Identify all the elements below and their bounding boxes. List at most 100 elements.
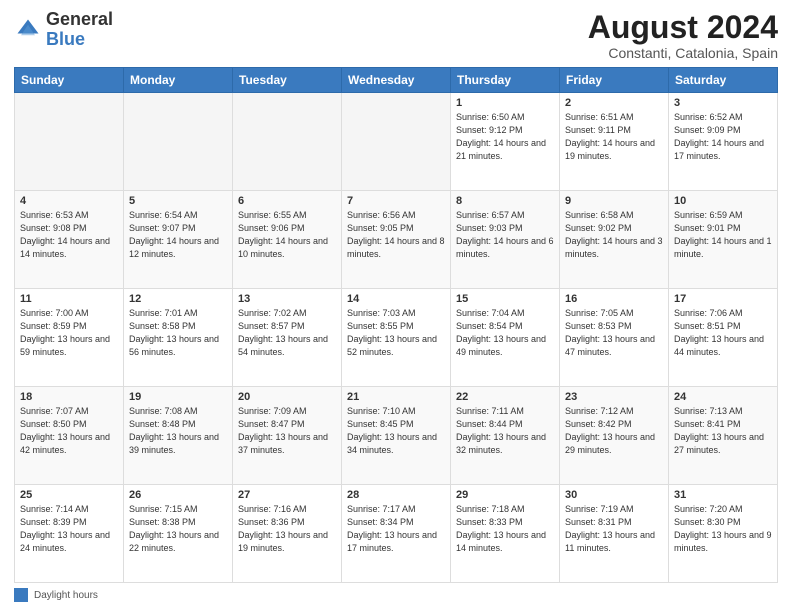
calendar-cell: 21Sunrise: 7:10 AM Sunset: 8:45 PM Dayli… [342, 387, 451, 485]
calendar-subtitle: Constanti, Catalonia, Spain [588, 45, 778, 61]
day-number: 26 [129, 489, 227, 501]
day-number: 8 [456, 195, 554, 207]
day-number: 3 [674, 97, 772, 109]
legend-box [14, 588, 28, 602]
day-number: 9 [565, 195, 663, 207]
day-number: 15 [456, 293, 554, 305]
calendar-cell: 30 Sunrise: 7:19 AM Sunset: 8:31 PM Dayli… [560, 485, 669, 583]
calendar-cell [15, 93, 124, 191]
calendar-header-row: SundayMondayTuesdayWednesdayThursdayFrid… [15, 68, 778, 93]
day-info: Sunrise: 6:53 AM Sunset: 9:08 PM Dayligh… [20, 209, 118, 261]
day-info: Sunrise: 7:20 AM Sunset: 8:30 PM Dayligh… [674, 503, 772, 555]
calendar-cell: 12Sunrise: 7:01 AM Sunset: 8:58 PM Dayli… [124, 289, 233, 387]
calendar-table: SundayMondayTuesdayWednesdayThursdayFrid… [14, 67, 778, 583]
calendar-cell: 10 Sunrise: 6:59 AM Sunset: 9:01 PM Dayli… [669, 191, 778, 289]
calendar-header-saturday: Saturday [669, 68, 778, 93]
calendar-header-monday: Monday [124, 68, 233, 93]
header: General Blue August 2024 Constanti, Cata… [14, 10, 778, 61]
day-number: 13 [238, 293, 336, 305]
day-number: 18 [20, 391, 118, 403]
calendar-cell: 8 Sunrise: 6:57 AM Sunset: 9:03 PM Daylig… [451, 191, 560, 289]
day-info: Sunrise: 7:14 AM Sunset: 8:39 PM Dayligh… [20, 503, 118, 555]
day-number: 20 [238, 391, 336, 403]
day-info: Sunrise: 7:12 AM Sunset: 8:42 PM Dayligh… [565, 405, 663, 457]
day-info: Sunrise: 7:08 AM Sunset: 8:48 PM Dayligh… [129, 405, 227, 457]
calendar-cell [124, 93, 233, 191]
calendar-cell: 4 Sunrise: 6:53 AM Sunset: 9:08 PM Daylig… [15, 191, 124, 289]
day-number: 4 [20, 195, 118, 207]
day-info: Sunrise: 7:03 AM Sunset: 8:55 PM Dayligh… [347, 307, 445, 359]
calendar-cell: 14 Sunrise: 7:03 AM Sunset: 8:55 PM Dayli… [342, 289, 451, 387]
calendar-cell: 13Sunrise: 7:02 AM Sunset: 8:57 PM Dayli… [233, 289, 342, 387]
day-info: Sunrise: 7:10 AM Sunset: 8:45 PM Dayligh… [347, 405, 445, 457]
day-number: 10 [674, 195, 772, 207]
page: General Blue August 2024 Constanti, Cata… [0, 0, 792, 612]
logo-icon [14, 16, 42, 44]
day-number: 14 [347, 293, 445, 305]
calendar-cell: 5Sunrise: 6:54 AM Sunset: 9:07 PM Daylig… [124, 191, 233, 289]
day-info: Sunrise: 6:58 AM Sunset: 9:02 PM Dayligh… [565, 209, 663, 261]
day-number: 2 [565, 97, 663, 109]
day-number: 19 [129, 391, 227, 403]
calendar-cell: 31 Sunrise: 7:20 AM Sunset: 8:30 PM Dayli… [669, 485, 778, 583]
calendar-cell: 6Sunrise: 6:55 AM Sunset: 9:06 PM Daylig… [233, 191, 342, 289]
calendar-week-row: 1 Sunrise: 6:50 AM Sunset: 9:12 PM Daylig… [15, 93, 778, 191]
day-info: Sunrise: 7:11 AM Sunset: 8:44 PM Dayligh… [456, 405, 554, 457]
day-info: Sunrise: 7:05 AM Sunset: 8:53 PM Dayligh… [565, 307, 663, 359]
calendar-cell: 11Sunrise: 7:00 AM Sunset: 8:59 PM Dayli… [15, 289, 124, 387]
day-number: 30 [565, 489, 663, 501]
calendar-week-row: 18 Sunrise: 7:07 AM Sunset: 8:50 PM Dayli… [15, 387, 778, 485]
day-info: Sunrise: 7:04 AM Sunset: 8:54 PM Dayligh… [456, 307, 554, 359]
calendar-cell: 2 Sunrise: 6:51 AM Sunset: 9:11 PM Daylig… [560, 93, 669, 191]
logo-general-text: General [46, 9, 113, 29]
day-info: Sunrise: 6:51 AM Sunset: 9:11 PM Dayligh… [565, 111, 663, 163]
calendar-title: August 2024 [588, 10, 778, 45]
calendar-cell: 3Sunrise: 6:52 AM Sunset: 9:09 PM Daylig… [669, 93, 778, 191]
day-number: 25 [20, 489, 118, 501]
calendar-week-row: 4 Sunrise: 6:53 AM Sunset: 9:08 PM Daylig… [15, 191, 778, 289]
day-number: 29 [456, 489, 554, 501]
day-info: Sunrise: 6:59 AM Sunset: 9:01 PM Dayligh… [674, 209, 772, 261]
day-number: 12 [129, 293, 227, 305]
day-info: Sunrise: 6:56 AM Sunset: 9:05 PM Dayligh… [347, 209, 445, 261]
calendar-cell [233, 93, 342, 191]
day-info: Sunrise: 7:18 AM Sunset: 8:33 PM Dayligh… [456, 503, 554, 555]
day-info: Sunrise: 7:13 AM Sunset: 8:41 PM Dayligh… [674, 405, 772, 457]
calendar-header-sunday: Sunday [15, 68, 124, 93]
day-number: 31 [674, 489, 772, 501]
day-info: Sunrise: 7:17 AM Sunset: 8:34 PM Dayligh… [347, 503, 445, 555]
logo-blue-text: Blue [46, 29, 85, 49]
day-number: 7 [347, 195, 445, 207]
day-info: Sunrise: 7:07 AM Sunset: 8:50 PM Dayligh… [20, 405, 118, 457]
calendar-cell: 17 Sunrise: 7:06 AM Sunset: 8:51 PM Dayli… [669, 289, 778, 387]
day-info: Sunrise: 7:09 AM Sunset: 8:47 PM Dayligh… [238, 405, 336, 457]
legend-label: Daylight hours [34, 590, 98, 601]
day-info: Sunrise: 6:57 AM Sunset: 9:03 PM Dayligh… [456, 209, 554, 261]
day-number: 17 [674, 293, 772, 305]
day-info: Sunrise: 7:16 AM Sunset: 8:36 PM Dayligh… [238, 503, 336, 555]
day-info: Sunrise: 6:50 AM Sunset: 9:12 PM Dayligh… [456, 111, 554, 163]
calendar-header-friday: Friday [560, 68, 669, 93]
day-info: Sunrise: 7:19 AM Sunset: 8:31 PM Dayligh… [565, 503, 663, 555]
calendar-cell: 25 Sunrise: 7:14 AM Sunset: 8:39 PM Dayli… [15, 485, 124, 583]
day-number: 23 [565, 391, 663, 403]
calendar-cell: 27 Sunrise: 7:16 AM Sunset: 8:36 PM Dayli… [233, 485, 342, 583]
day-info: Sunrise: 7:15 AM Sunset: 8:38 PM Dayligh… [129, 503, 227, 555]
day-info: Sunrise: 6:55 AM Sunset: 9:06 PM Dayligh… [238, 209, 336, 261]
calendar-cell: 18 Sunrise: 7:07 AM Sunset: 8:50 PM Dayli… [15, 387, 124, 485]
day-number: 27 [238, 489, 336, 501]
calendar-cell: 29 Sunrise: 7:18 AM Sunset: 8:33 PM Dayli… [451, 485, 560, 583]
day-number: 5 [129, 195, 227, 207]
calendar-cell: 19 Sunrise: 7:08 AM Sunset: 8:48 PM Dayli… [124, 387, 233, 485]
calendar-cell: 24 Sunrise: 7:13 AM Sunset: 8:41 PM Dayli… [669, 387, 778, 485]
calendar-cell: 20 Sunrise: 7:09 AM Sunset: 8:47 PM Dayli… [233, 387, 342, 485]
day-number: 1 [456, 97, 554, 109]
day-info: Sunrise: 7:06 AM Sunset: 8:51 PM Dayligh… [674, 307, 772, 359]
day-number: 24 [674, 391, 772, 403]
calendar-cell: 9 Sunrise: 6:58 AM Sunset: 9:02 PM Daylig… [560, 191, 669, 289]
calendar-cell: 1 Sunrise: 6:50 AM Sunset: 9:12 PM Daylig… [451, 93, 560, 191]
legend: Daylight hours [14, 588, 778, 602]
calendar-header-thursday: Thursday [451, 68, 560, 93]
calendar-cell: 26 Sunrise: 7:15 AM Sunset: 8:38 PM Dayli… [124, 485, 233, 583]
day-number: 11 [20, 293, 118, 305]
